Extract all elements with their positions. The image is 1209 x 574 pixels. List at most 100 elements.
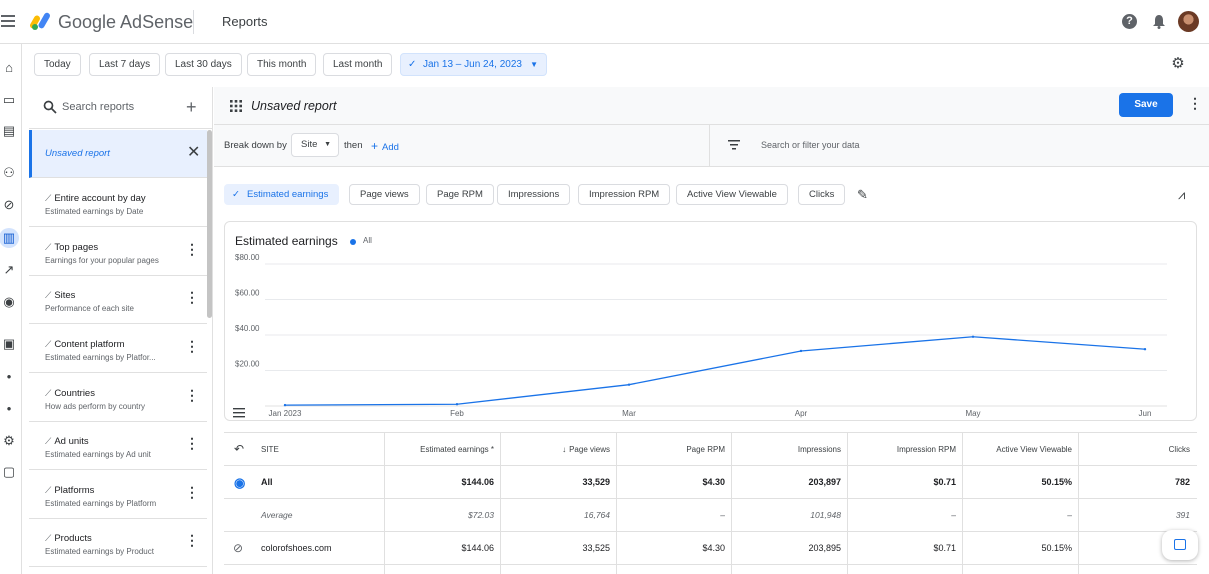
table-row-all[interactable]: ◉ All $144.06 33,529 $4.30 203,897 $0.71…	[224, 466, 1197, 499]
apps-grid-icon[interactable]	[230, 100, 242, 112]
feedback-chat-button[interactable]	[1162, 530, 1198, 560]
more-vert-icon[interactable]: ⋮	[185, 485, 199, 499]
chart-card: $20.00 $40.00 $60.00 $80.00 Jan 2023 Feb Mar Ap…	[224, 221, 1197, 421]
then-label: then	[344, 140, 363, 151]
search-filter-input[interactable]: Search or filter your data	[761, 140, 860, 150]
chat-icon	[1174, 539, 1186, 550]
date-filter-last-month[interactable]: Last month	[323, 53, 393, 76]
feedback-icon[interactable]: ▢	[1, 464, 17, 480]
main-menu-icon[interactable]	[0, 12, 18, 32]
trend-icon: ⟋	[45, 388, 52, 398]
y-tick-label: $20.00	[235, 360, 260, 369]
edit-pencil-icon[interactable]: ✎	[857, 187, 868, 203]
report-item-countries[interactable]: ⟋ Countries How ads perform by country ⋮	[29, 374, 207, 422]
legend-dot	[350, 239, 356, 245]
report-item-unsaved[interactable]: Unsaved report ✕	[29, 130, 207, 178]
visibility-off-icon[interactable]: ⊘	[233, 532, 243, 565]
column-header-impressions[interactable]: Impressions	[732, 433, 841, 466]
settings-gear-icon[interactable]: ⚙	[1170, 56, 1186, 72]
avatar[interactable]	[1178, 11, 1199, 32]
dot-icon[interactable]: •	[1, 401, 17, 417]
metric-chip-page-rpm[interactable]: Page RPM	[426, 184, 494, 205]
report-item-title: ⟋ Ad units	[45, 436, 89, 447]
privacy-icon[interactable]: ◉	[1, 294, 17, 310]
column-header-clicks[interactable]: Clicks	[1079, 433, 1190, 466]
trend-icon: ⟋	[45, 290, 52, 300]
close-icon[interactable]: ✕	[187, 142, 200, 162]
column-divider	[1078, 433, 1079, 574]
filter-icon[interactable]	[728, 140, 740, 150]
date-filter-today[interactable]: Today	[34, 53, 81, 76]
check-icon: ✓	[408, 59, 417, 70]
legend-label[interactable]: All	[363, 236, 372, 245]
help-circle-icon[interactable]: ?	[1122, 14, 1137, 29]
more-vert-icon[interactable]: ⋮	[1188, 96, 1202, 110]
column-header-page-rpm[interactable]: Page RPM	[617, 433, 725, 466]
home-icon[interactable]: ⌂	[1, 60, 17, 76]
more-vert-icon[interactable]: ⋮	[185, 388, 199, 402]
add-report-icon[interactable]: +	[186, 97, 197, 117]
column-divider	[962, 433, 963, 574]
x-tick-label: May	[965, 409, 980, 418]
users-icon[interactable]: ⚇	[1, 165, 17, 181]
date-filter-last-7-days[interactable]: Last 7 days	[89, 53, 161, 76]
save-button[interactable]: Save	[1119, 93, 1173, 117]
report-name[interactable]: Unsaved report	[251, 99, 336, 113]
column-header-page-views[interactable]: ↓ Page views	[501, 433, 610, 466]
settings-icon[interactable]: ⚙	[1, 433, 17, 449]
search-reports-input[interactable]: Search reports	[62, 101, 134, 113]
report-item-content-platform[interactable]: ⟋ Content platform Estimated earnings by …	[29, 325, 207, 373]
table-cell-site[interactable]: colorofshoes.com	[261, 532, 332, 565]
more-vert-icon[interactable]: ⋮	[185, 533, 199, 547]
more-vert-icon[interactable]: ⋮	[185, 242, 199, 256]
table-header-row: ↶ SITE Estimated earnings * ↓ Page views …	[224, 433, 1197, 466]
table-cell: 50.15%	[1041, 543, 1072, 553]
column-header-site[interactable]: SITE	[261, 433, 279, 466]
block-icon[interactable]: ⊘	[1, 197, 17, 213]
table-row[interactable]: ⊘ colorofshoes.com $144.06 33,525 $4.30 …	[224, 532, 1197, 565]
report-item-products[interactable]: ⟋ Products Estimated earnings by Product …	[29, 519, 207, 567]
report-item-subtitle: Estimated earnings by Platform	[45, 499, 157, 508]
add-dimension-button[interactable]: + Add	[371, 139, 399, 153]
metric-chip-impression-rpm[interactable]: Impression RPM	[578, 184, 671, 205]
more-vert-icon[interactable]: ⋮	[185, 339, 199, 353]
date-range-picker[interactable]: ✓ Jan 13 – Jun 24, 2023 ▼	[400, 53, 547, 76]
ads-icon[interactable]: ▭	[1, 92, 17, 108]
table-cell: –	[720, 510, 725, 520]
compare-trend-icon[interactable]: ⩘	[1178, 187, 1185, 203]
report-item-entire-account[interactable]: ⟋ Entire account by day Estimated earning…	[29, 179, 207, 227]
sites-icon[interactable]: ▤	[1, 123, 17, 139]
metric-chip-active-view-viewable[interactable]: Active View Viewable	[676, 184, 788, 205]
report-item-platforms[interactable]: ⟋ Platforms Estimated earnings by Platfor…	[29, 471, 207, 519]
metric-chip-clicks[interactable]: Clicks	[798, 184, 846, 205]
column-header-estimated-earnings[interactable]: Estimated earnings *	[385, 433, 494, 466]
breakdown-dimension-select[interactable]: Site ▼	[291, 133, 339, 157]
metric-chip-impressions[interactable]: Impressions	[497, 184, 571, 205]
brand-name[interactable]: Google AdSense	[58, 12, 193, 33]
trend-icon: ⟋	[45, 193, 52, 203]
notifications-bell-icon[interactable]	[1152, 14, 1166, 29]
sidebar-scrollbar[interactable]	[207, 130, 212, 318]
column-header-active-view-viewable[interactable]: Active View Viewable	[963, 433, 1072, 466]
metric-chip-page-views[interactable]: Page views	[349, 184, 420, 205]
x-tick-label: Apr	[795, 409, 808, 418]
column-header-impression-rpm[interactable]: Impression RPM	[848, 433, 956, 466]
more-vert-icon[interactable]: ⋮	[185, 436, 199, 450]
optimization-icon[interactable]: ↗	[1, 262, 17, 278]
more-vert-icon[interactable]: ⋮	[185, 290, 199, 304]
date-filter-last-30-days[interactable]: Last 30 days	[165, 53, 242, 76]
legend-toggle-icon[interactable]	[233, 408, 245, 418]
undo-icon[interactable]: ↶	[234, 433, 244, 466]
report-item-ad-units[interactable]: ⟋ Ad units Estimated earnings by Ad unit …	[29, 422, 207, 470]
dot-icon[interactable]: •	[1, 369, 17, 385]
data-point	[971, 335, 975, 338]
payments-icon[interactable]: ▣	[1, 336, 17, 352]
report-item-top-pages[interactable]: ⟋ Top pages Earnings for your popular pag…	[29, 228, 207, 276]
reports-icon[interactable]: ▥	[0, 228, 19, 248]
report-item-sites[interactable]: ⟋ Sites Performance of each site ⋮	[29, 276, 207, 324]
trend-icon: ⟋	[45, 485, 52, 495]
date-filter-this-month[interactable]: This month	[247, 53, 317, 76]
visibility-eye-icon[interactable]: ◉	[234, 466, 245, 499]
metric-chip-estimated-earnings[interactable]: ✓ Estimated earnings	[224, 184, 340, 205]
report-table: ↶ SITE Estimated earnings * ↓ Page views …	[224, 432, 1197, 574]
